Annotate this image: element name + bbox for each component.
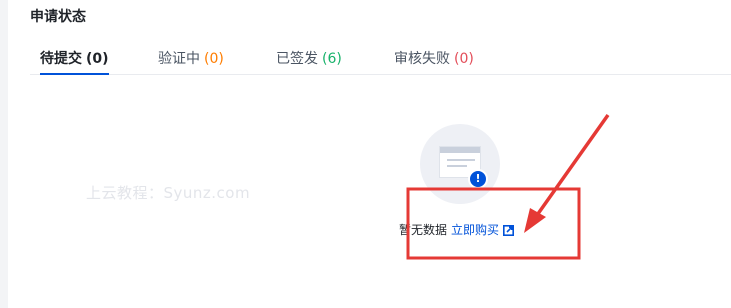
annotation-overlay [406, 113, 610, 260]
annotation-arrow-head [524, 208, 546, 233]
highlight-box [406, 187, 581, 260]
annotation-arrow-shaft [533, 113, 610, 220]
